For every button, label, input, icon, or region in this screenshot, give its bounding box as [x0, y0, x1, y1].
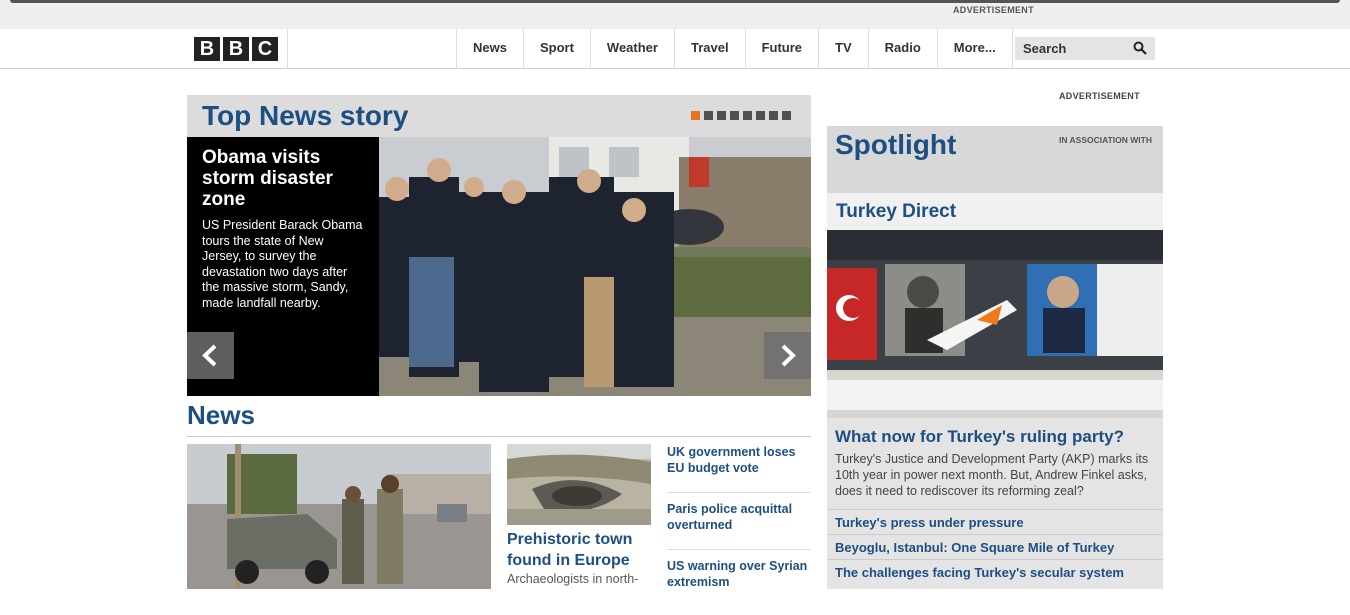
excavation-photo [507, 444, 651, 525]
logo-letter: C [252, 37, 278, 61]
top-news-header: Top News story [187, 95, 811, 137]
news-story2-photo[interactable] [507, 444, 651, 525]
carousel-dot[interactable] [717, 111, 726, 120]
carousel-pager [691, 111, 791, 120]
carousel-dot[interactable] [691, 111, 700, 120]
nav-weather[interactable]: Weather [591, 29, 675, 69]
nav-news[interactable]: News [457, 29, 524, 69]
spotlight-heading: Spotlight [835, 129, 957, 160]
nav-future[interactable]: Future [746, 29, 820, 69]
nav-more[interactable]: More... [938, 29, 1013, 69]
carousel-dot[interactable] [769, 111, 778, 120]
advertisement-label: ADVERTISEMENT [1059, 91, 1140, 101]
advert-frame [10, 0, 1340, 3]
spotlight-panel: Spotlight IN ASSOCIATION WITH Turkey Dir… [827, 126, 1163, 589]
nav-travel[interactable]: Travel [675, 29, 746, 69]
top-news-summary: US President Barack Obama tours the stat… [202, 218, 363, 310]
search-box [1015, 37, 1155, 60]
divider [187, 436, 811, 437]
news-lead-photo[interactable] [187, 444, 491, 589]
main-navigation-bar: B B C News Sport Weather Travel Future T… [0, 29, 1350, 69]
story-summary: Archaeologists in north- [507, 572, 639, 586]
logo-letter: B [194, 37, 220, 61]
spotlight-links: Turkey's press under pressure Beyoglu, I… [827, 509, 1163, 584]
spotlight-photo[interactable] [827, 230, 1163, 418]
nav-links: News Sport Weather Travel Future TV Radi… [456, 29, 1013, 69]
chevron-right-icon [781, 344, 796, 367]
carousel-dot[interactable] [730, 111, 739, 120]
news-story2: Prehistoric town found in Europe Archaeo… [507, 529, 657, 587]
nav-sport[interactable]: Sport [524, 29, 591, 69]
top-advert-bar: ADVERTISEMENT [0, 0, 1350, 29]
top-news-slide: Obama visits storm disaster zone US Pres… [187, 137, 811, 396]
obama-walking-photo [379, 137, 811, 396]
association-label: IN ASSOCIATION WITH [1058, 135, 1152, 145]
story-headline[interactable]: Prehistoric town found in Europe [507, 529, 657, 571]
carousel-dot[interactable] [756, 111, 765, 120]
spotlight-link[interactable]: Beyoglu, Istanbul: One Square Mile of Tu… [827, 534, 1163, 559]
carousel-dot[interactable] [704, 111, 713, 120]
spotlight-story-headline[interactable]: What now for Turkey's ruling party? [835, 427, 1155, 447]
advertisement-label: ADVERTISEMENT [953, 5, 1034, 15]
spotlight-subheading[interactable]: Turkey Direct [836, 201, 956, 223]
top-news-carousel: Top News story Obama visits storm disast… [187, 95, 811, 396]
top-news-headline[interactable]: Obama visits storm disaster zone [202, 147, 364, 210]
news-links-list: UK government loses EU budget vote Paris… [667, 444, 811, 615]
search-icon[interactable] [1133, 41, 1147, 55]
top-news-heading: Top News story [202, 100, 409, 131]
logo-letter: B [223, 37, 249, 61]
search-input[interactable] [1015, 37, 1130, 60]
news-link[interactable]: UK government loses EU budget vote [667, 444, 811, 493]
carousel-prev-button[interactable] [187, 332, 234, 379]
carousel-dot[interactable] [743, 111, 752, 120]
top-news-photo[interactable] [379, 137, 811, 396]
nav-radio[interactable]: Radio [869, 29, 938, 69]
spotlight-story: What now for Turkey's ruling party? Turk… [835, 427, 1155, 499]
soldiers-photo [187, 444, 491, 589]
news-section-heading[interactable]: News [187, 400, 255, 431]
divider [287, 29, 288, 69]
news-link[interactable]: Paris police acquittal overturned [667, 501, 811, 550]
spotlight-story-summary: Turkey's Justice and Development Party (… [835, 452, 1149, 498]
carousel-next-button[interactable] [764, 332, 811, 379]
chevron-left-icon [202, 344, 217, 367]
news-link[interactable]: US warning over Syrian extremism [667, 558, 811, 607]
spotlight-link[interactable]: Turkey's press under pressure [827, 509, 1163, 534]
nav-tv[interactable]: TV [819, 29, 869, 69]
bbc-logo[interactable]: B B C [194, 37, 278, 61]
carousel-dot[interactable] [782, 111, 791, 120]
spotlight-subheader: Turkey Direct [827, 193, 1163, 230]
spotlight-link[interactable]: The challenges facing Turkey's secular s… [827, 559, 1163, 584]
rally-photo [827, 230, 1163, 418]
spotlight-header: Spotlight IN ASSOCIATION WITH [827, 126, 1163, 193]
